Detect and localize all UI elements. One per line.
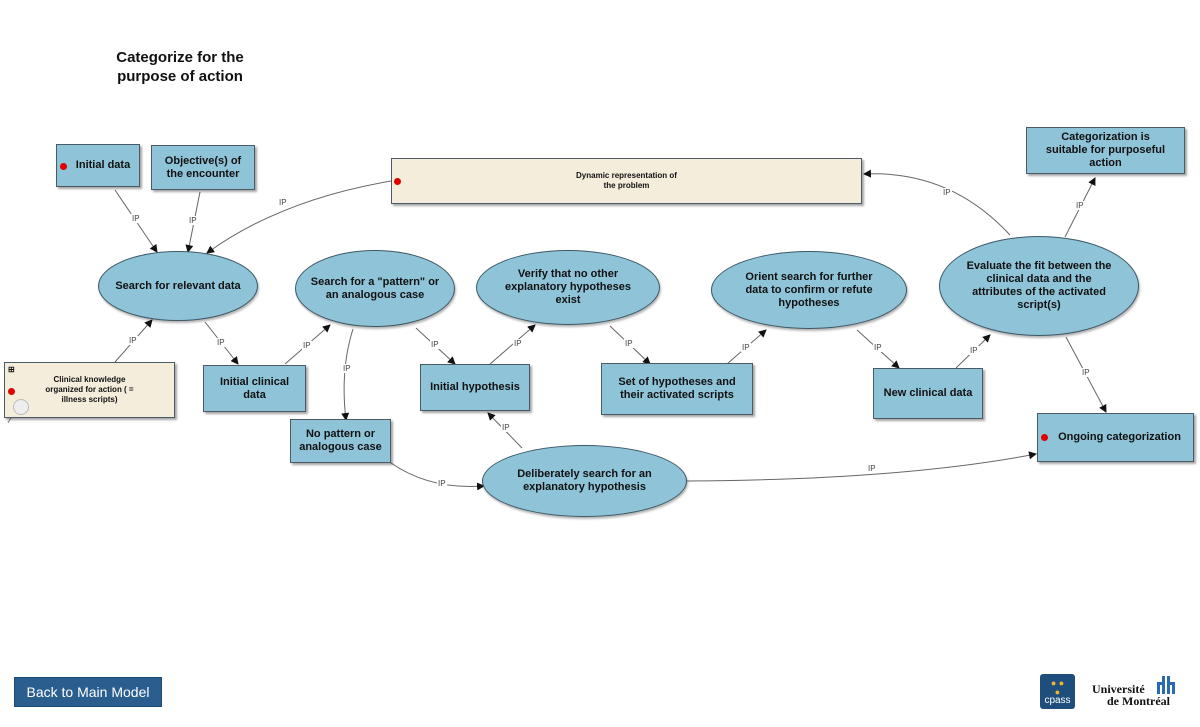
edge-label: IP xyxy=(624,339,634,348)
cpass-logo: ● ● ● cpass xyxy=(1040,674,1075,709)
node-evaluate-fit[interactable]: Evaluate the fit between the clinical da… xyxy=(939,236,1139,336)
edge-label: IP xyxy=(867,464,877,473)
edge-label: IP xyxy=(430,340,440,349)
node-no-pattern[interactable]: No pattern or analogous case xyxy=(290,419,391,463)
edge-label: IP xyxy=(437,479,447,488)
marker-icon xyxy=(60,163,67,170)
edge-deliberate-to-ongoing xyxy=(685,451,1037,482)
node-search-pattern[interactable]: Search for a "pattern" or an analogous c… xyxy=(295,250,455,327)
node-initial-clinical-data[interactable]: Initial clinical data xyxy=(203,365,306,412)
edge-label: IP xyxy=(942,188,952,197)
node-objectives[interactable]: Objective(s) of the encounter xyxy=(151,145,255,190)
node-orient-search[interactable]: Orient search for further data to confir… xyxy=(711,251,907,329)
node-deliberately-search[interactable]: Deliberately search for an explanatory h… xyxy=(482,445,687,517)
node-initial-data[interactable]: Initial data xyxy=(56,144,140,187)
node-new-clinical-data[interactable]: New clinical data xyxy=(873,368,983,419)
edge-label: IP xyxy=(278,198,288,207)
node-set-of-hypotheses[interactable]: Set of hypotheses and their activated sc… xyxy=(601,363,753,415)
magnifier-icon xyxy=(13,399,29,415)
edge-label: IP xyxy=(969,346,979,355)
edge-label: IP xyxy=(216,338,226,347)
edge-label: IP xyxy=(128,336,138,345)
node-initial-hypothesis[interactable]: Initial hypothesis xyxy=(420,364,530,411)
marker-icon xyxy=(8,388,15,395)
edge-label: IP xyxy=(302,341,312,350)
edge-label: IP xyxy=(342,364,352,373)
edge-label: IP xyxy=(741,343,751,352)
node-search-relevant-data[interactable]: Search for relevant data xyxy=(98,251,258,321)
edge-evaluate-to-dynamic xyxy=(863,169,1011,236)
back-to-main-model-button[interactable]: Back to Main Model xyxy=(14,677,162,707)
edge-label: IP xyxy=(513,339,523,348)
edge-label: IP xyxy=(873,343,883,352)
edge-dynamic-to-search xyxy=(206,180,392,254)
edge-label: IP xyxy=(188,216,198,225)
link-icon: ⊞ xyxy=(8,365,15,374)
node-verify-hypotheses[interactable]: Verify that no other explanatory hypothe… xyxy=(476,250,660,325)
marker-icon xyxy=(394,178,401,185)
connectors xyxy=(7,169,1107,491)
edge-label: IP xyxy=(1081,368,1091,377)
edge-label: IP xyxy=(131,214,141,223)
node-ongoing-categorization[interactable]: Ongoing categorization xyxy=(1037,413,1194,462)
marker-icon xyxy=(1041,434,1048,441)
node-dynamic-representation[interactable]: Dynamic representation of the problem xyxy=(391,158,862,204)
node-clinical-knowledge[interactable]: ⊞ Clinical knowledge organized for actio… xyxy=(4,362,175,418)
edge-label: IP xyxy=(1075,201,1085,210)
edge-pattern-to-nopattern xyxy=(341,328,354,421)
node-categorization-suitable[interactable]: Categorization is suitable for purposefu… xyxy=(1026,127,1185,174)
edge-label: IP xyxy=(501,423,511,432)
udem-emblem-icon xyxy=(1157,676,1175,694)
